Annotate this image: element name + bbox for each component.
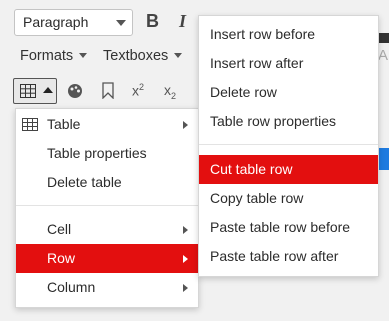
editor-screen: Paragraph B I Formats Textboxes A x2 x2 <box>0 0 389 321</box>
formats-menu-button[interactable]: Formats <box>20 46 88 66</box>
menu-item-cell[interactable]: Cell <box>16 215 198 244</box>
italic-button[interactable]: I <box>179 11 186 32</box>
menu-item-label: Paste table row before <box>210 219 351 235</box>
subscript-icon[interactable]: x2 <box>164 82 176 101</box>
chevron-right-icon <box>183 226 188 234</box>
chevron-up-icon <box>43 87 53 93</box>
color-palette-icon[interactable] <box>67 83 83 99</box>
menu-item-label: Cell <box>47 221 72 237</box>
formats-label: Formats <box>20 48 74 64</box>
menu-separator <box>199 144 378 145</box>
superscript-icon[interactable]: x2 <box>132 82 144 99</box>
block-format-select[interactable]: Paragraph <box>14 9 133 36</box>
menu-item-insert-row-before[interactable]: Insert row before <box>199 20 378 49</box>
menu-item-label: Table row properties <box>210 113 337 129</box>
menu-item-label: Insert row after <box>210 55 304 71</box>
menu-item-column[interactable]: Column <box>16 273 198 302</box>
table-icon <box>20 84 36 98</box>
subscript-base: x <box>164 82 171 98</box>
table-icon <box>22 118 38 131</box>
menu-item-row[interactable]: Row <box>16 244 198 273</box>
menu-item-label: Copy table row <box>210 190 304 206</box>
menu-item-label: Cut table row <box>210 161 293 177</box>
table-menu: Table Table properties Delete table Cell… <box>15 108 199 308</box>
chevron-down-icon <box>116 20 126 26</box>
chevron-down-icon <box>79 53 88 58</box>
textboxes-label: Textboxes <box>103 48 169 64</box>
chevron-right-icon <box>183 121 188 129</box>
chevron-right-icon <box>183 255 188 263</box>
menu-item-paste-table-row-before[interactable]: Paste table row before <box>199 213 378 242</box>
chevron-right-icon <box>183 284 188 292</box>
block-format-value: Paragraph <box>23 14 89 30</box>
menu-separator <box>16 205 198 206</box>
bookmark-icon[interactable] <box>102 82 114 99</box>
menu-item-label: Row <box>47 250 76 266</box>
subscript-mark: 2 <box>171 90 177 101</box>
menu-item-label: Delete row <box>210 84 277 100</box>
menu-item-label: Column <box>47 279 96 295</box>
menu-item-table[interactable]: Table <box>16 110 198 139</box>
menu-item-label: Insert row before <box>210 26 316 42</box>
textboxes-menu-button[interactable]: Textboxes <box>103 46 183 66</box>
row-submenu: Insert row before Insert row after Delet… <box>198 15 379 277</box>
menu-item-copy-table-row[interactable]: Copy table row <box>199 184 378 213</box>
bold-button[interactable]: B <box>146 11 159 32</box>
menu-item-label: Delete table <box>47 174 122 190</box>
menu-item-label: Table <box>47 116 81 132</box>
content-edge <box>378 148 389 170</box>
superscript-mark: 2 <box>139 82 145 92</box>
menu-item-delete-row[interactable]: Delete row <box>199 78 378 107</box>
table-button[interactable] <box>13 78 57 104</box>
menu-item-delete-table[interactable]: Delete table <box>16 168 198 197</box>
menu-item-table-row-properties[interactable]: Table row properties <box>199 107 378 136</box>
menu-item-paste-table-row-after[interactable]: Paste table row after <box>199 242 378 271</box>
text-color-button[interactable]: A <box>378 47 388 64</box>
menu-item-label: Table properties <box>47 145 147 161</box>
superscript-base: x <box>132 82 139 99</box>
menu-item-cut-table-row[interactable]: Cut table row <box>199 155 378 184</box>
menu-item-insert-row-after[interactable]: Insert row after <box>199 49 378 78</box>
menu-item-label: Paste table row after <box>210 248 339 264</box>
menu-item-table-properties[interactable]: Table properties <box>16 139 198 168</box>
chevron-down-icon <box>174 53 183 58</box>
